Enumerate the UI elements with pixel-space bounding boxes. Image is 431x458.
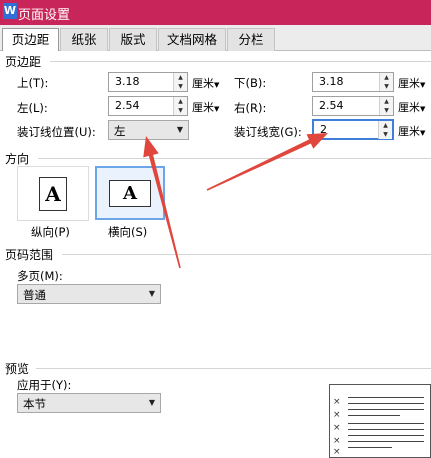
- annotation-arrow-gutter-position: [143, 136, 181, 269]
- annotation-arrow-gutter-width: [206, 133, 328, 191]
- annotation-arrows: [143, 133, 328, 269]
